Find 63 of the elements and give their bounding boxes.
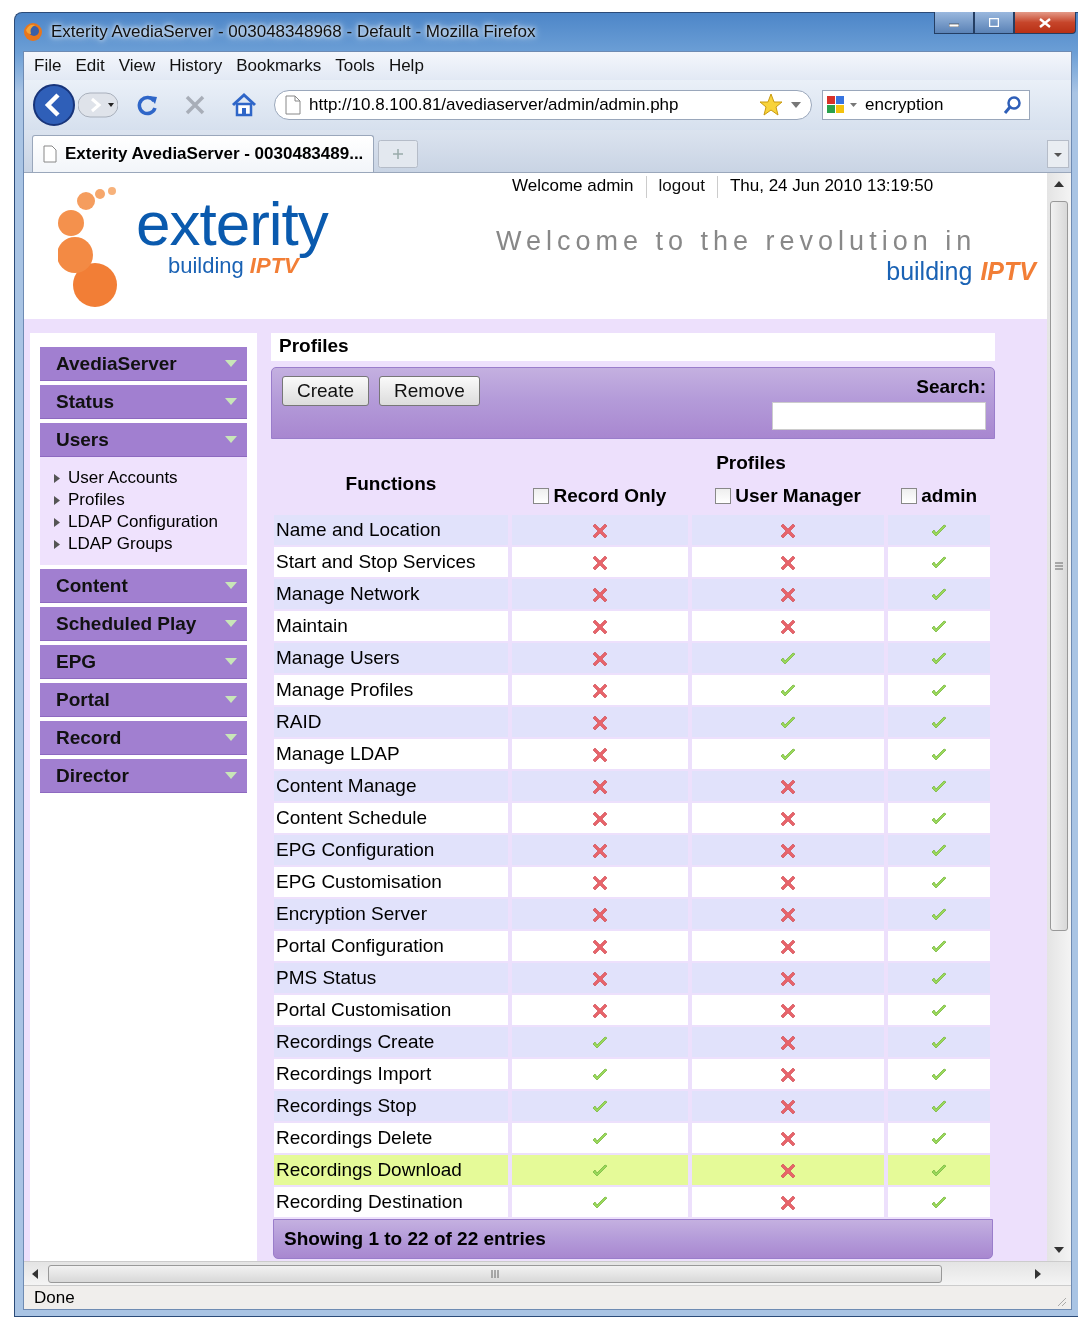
table-cell: PMS Status xyxy=(274,963,508,993)
sidebar-item[interactable]: Director xyxy=(40,759,247,793)
slogan-accent: IPTV xyxy=(980,257,1036,285)
table-cell: Name and Location xyxy=(274,515,508,545)
search-label: Search: xyxy=(916,376,986,398)
table-cell: Manage Profiles xyxy=(274,675,508,705)
submenu-link[interactable]: Profiles xyxy=(54,489,125,511)
table-cell: Manage LDAP xyxy=(274,739,508,769)
table-footer: Showing 1 to 22 of 22 entries xyxy=(273,1219,993,1259)
sidebar-item[interactable]: Status xyxy=(40,385,247,419)
sidebar-item[interactable]: EPG xyxy=(40,645,247,679)
table-cell: Recordings Download xyxy=(274,1155,508,1185)
menu-item[interactable]: Tools xyxy=(329,56,383,76)
column-header: admin xyxy=(921,485,978,507)
table-cell: Portal Configuration xyxy=(274,931,508,961)
table-cell: Manage Network xyxy=(274,579,508,609)
table-cell: Recordings Delete xyxy=(274,1123,508,1153)
address-bar[interactable]: http://10.8.100.81/avediaserver/admin/admin.php xyxy=(274,90,812,120)
sidebar-item[interactable]: Content xyxy=(40,569,247,603)
table-cell: EPG Customisation xyxy=(274,867,508,897)
status-text: Done xyxy=(34,1287,75,1308)
menu-item[interactable]: View xyxy=(112,56,164,76)
panel-title: Profiles xyxy=(271,333,995,361)
sidebar-item[interactable]: Portal xyxy=(40,683,247,717)
search-field[interactable]: encryption xyxy=(822,90,1030,120)
menu-item[interactable]: History xyxy=(163,56,231,76)
create-button[interactable]: Create xyxy=(282,376,370,406)
browser-tab[interactable]: Exterity AvediaServer - 0030483489... xyxy=(32,135,375,172)
slogan-text: Welcome to the revolution in xyxy=(496,226,978,257)
table-cell: Encryption Server xyxy=(274,899,508,929)
table-cell: Content Manage xyxy=(274,771,508,801)
date-time: Thu, 24 Jun 2010 13:19:50 xyxy=(716,176,946,198)
column-header: Functions xyxy=(345,472,437,494)
remove-button[interactable]: Remove xyxy=(379,376,480,406)
sidebar-item[interactable]: AvediaServer xyxy=(40,347,247,381)
table-cell: Portal Customisation xyxy=(274,995,508,1025)
column-header: Record Only xyxy=(553,485,667,507)
table-cell: Recordings Create xyxy=(274,1027,508,1057)
sidebar-item[interactable]: Users xyxy=(40,423,247,457)
table-cell: Start and Stop Services xyxy=(274,547,508,577)
window-title: Exterity AvediaServer - 003048348968 - Default - Mozilla Firefox xyxy=(51,22,537,42)
submenu-link[interactable]: User Accounts xyxy=(54,467,178,489)
column-header: User Manager xyxy=(735,485,861,507)
table-cell: Recordings Import xyxy=(274,1059,508,1089)
menu-item[interactable]: File xyxy=(28,56,70,76)
table-cell: Recordings Stop xyxy=(274,1091,508,1121)
submenu-link[interactable]: LDAP Groups xyxy=(54,533,173,555)
column-header: Profiles xyxy=(716,452,786,473)
table-cell: EPG Configuration xyxy=(274,835,508,865)
submenu-link[interactable]: LDAP Configuration xyxy=(54,511,218,533)
slogan-text: building xyxy=(886,257,973,285)
table-cell: Manage Users xyxy=(274,643,508,673)
table-cell: Recording Destination xyxy=(274,1187,508,1217)
welcome-text: Welcome admin xyxy=(511,176,635,197)
sidebar-item[interactable]: Scheduled Play xyxy=(40,607,247,641)
table-cell: Maintain xyxy=(274,611,508,641)
menu-item[interactable]: Bookmarks xyxy=(230,56,330,76)
table-cell: Content Schedule xyxy=(274,803,508,833)
menu-item[interactable]: Edit xyxy=(69,56,113,76)
menu-item[interactable]: Help xyxy=(382,56,432,76)
table-cell: RAID xyxy=(274,707,508,737)
sidebar-item[interactable]: Record xyxy=(40,721,247,755)
logout-link[interactable]: logout xyxy=(645,176,717,198)
